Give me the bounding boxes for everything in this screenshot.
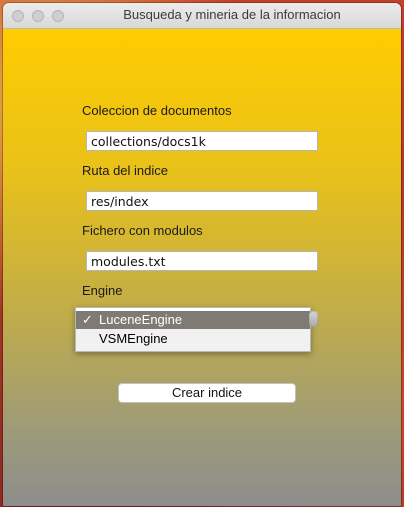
engine-dropdown-menu[interactable]: ✓ LuceneEngine VSMEngine [75,307,311,352]
engine-option-label: LuceneEngine [99,312,183,327]
collection-label: Coleccion de documentos [82,103,232,118]
index-label: Ruta del indice [82,163,168,178]
close-window-icon[interactable] [12,10,24,22]
app-window: Busqueda y mineria de la informacion Col… [3,3,401,506]
dropdown-arrow-icon[interactable] [309,311,318,327]
maximize-window-icon[interactable] [52,10,64,22]
engine-option-lucene[interactable]: ✓ LuceneEngine [76,311,310,329]
index-path-input[interactable] [86,191,318,211]
collection-path-input[interactable] [86,131,318,151]
engine-option-label: VSMEngine [99,331,168,346]
window-title: Busqueda y mineria de la informacion [123,7,341,22]
create-index-button[interactable]: Crear indice [118,383,296,403]
modules-file-input[interactable] [86,251,318,271]
modules-label: Fichero con modulos [82,223,203,238]
title-bar: Busqueda y mineria de la informacion [3,3,401,29]
minimize-window-icon[interactable] [32,10,44,22]
engine-option-vsm[interactable]: VSMEngine [76,330,310,348]
engine-label: Engine [82,283,123,298]
form-panel: Coleccion de documentos Ruta del indice … [3,29,401,506]
checkmark-icon: ✓ [82,312,93,327]
